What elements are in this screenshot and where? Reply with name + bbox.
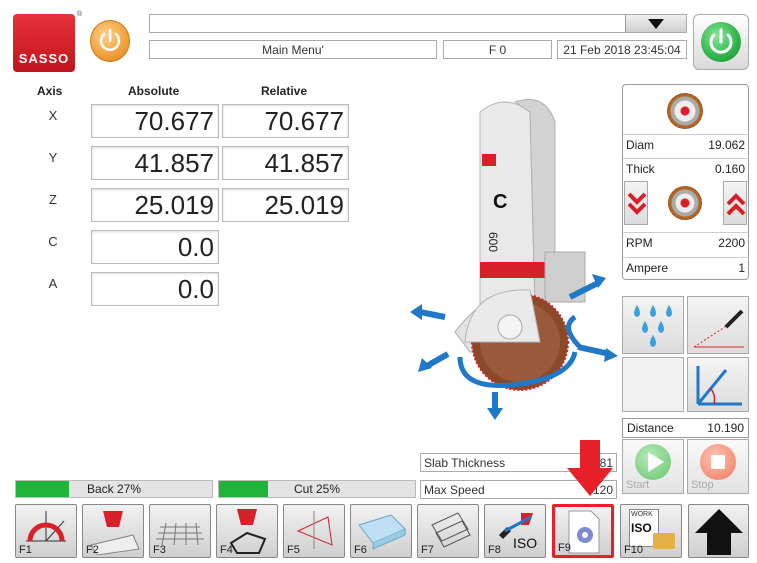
thick-row: Thick 0.160 [622, 158, 749, 178]
head-number: 600 [486, 232, 500, 252]
datetime-field: 21 Feb 2018 23:45:04 [557, 40, 687, 59]
distance-row: Distance 10.190 [622, 418, 749, 438]
stop-button[interactable]: Stop [687, 439, 749, 494]
saw-head-illustration: C 600 [410, 99, 618, 420]
f1-label: F1 [19, 544, 32, 556]
pencil-angle-icon [693, 309, 744, 348]
blade-rpm-icon [668, 186, 702, 220]
distance-label: Distance [627, 421, 674, 435]
f10-work-text: WORK [631, 511, 653, 518]
blank-tool-button[interactable] [622, 357, 684, 412]
cut-progress-label: Cut 25% [293, 482, 341, 496]
relative-value-z: 25.019 [222, 188, 349, 222]
menu-title-field: Main Menu' [149, 40, 437, 59]
dropdown-button[interactable] [625, 15, 686, 32]
f10-work-iso-button[interactable]: WORK ISO F10 [620, 504, 682, 558]
top-status-bar [149, 14, 687, 33]
blade-icon [667, 93, 703, 129]
start-label: Start [626, 479, 650, 491]
absolute-value-y: 41.857 [91, 146, 219, 180]
up-navigation-button[interactable] [688, 504, 749, 558]
chevron-down-icon [648, 18, 664, 29]
cut-progress-bar: Cut 25% [218, 480, 416, 498]
axis-label-a: A [48, 276, 58, 291]
f8-label: F8 [488, 544, 501, 556]
logo-text: SASSO [18, 51, 70, 66]
absolute-value-z: 25.019 [91, 188, 219, 222]
axis-column-header: Axis [37, 84, 63, 98]
slab-thickness-label: Slab Thickness [424, 455, 506, 470]
relative-value-x: 70.677 [222, 104, 349, 138]
axis-label-y: Y [48, 150, 58, 165]
axis-label-x: X [48, 108, 58, 123]
absolute-value-c: 0.0 [91, 230, 219, 264]
max-speed-label: Max Speed [424, 482, 485, 497]
rpm-value: 2200 [718, 235, 745, 250]
f1-axes-button[interactable]: F1 [15, 504, 77, 558]
angle-measure-icon [696, 366, 742, 406]
f2-cut-button[interactable]: F2 [82, 504, 144, 558]
standby-power-button[interactable] [90, 20, 130, 62]
f6-label: F6 [354, 544, 367, 556]
f9-settings-button[interactable]: F9 [552, 504, 614, 558]
ampere-label: Ampere [626, 260, 669, 275]
registered-mark-icon: ® [77, 11, 83, 18]
feed-field: F 0 [443, 40, 552, 59]
f7-label: F7 [421, 544, 434, 556]
absolute-column-header: Absolute [128, 84, 180, 98]
thick-label: Thick [626, 161, 655, 176]
stop-label: Stop [691, 479, 714, 491]
axis-label-c: C [48, 234, 58, 249]
ampere-value: 1 [738, 260, 745, 275]
f3-grid-button[interactable]: F3 [149, 504, 211, 558]
rpm-increase-button[interactable] [723, 181, 747, 225]
absolute-value-x: 70.677 [91, 104, 219, 138]
f9-label: F9 [558, 542, 571, 554]
distance-value: 10.190 [707, 421, 744, 435]
f2-label: F2 [86, 544, 99, 556]
power-icon [709, 28, 733, 54]
f8-iso-button[interactable]: ISO F8 [484, 504, 546, 558]
stop-square-icon [711, 455, 725, 469]
f5-points-button[interactable]: F5 [283, 504, 345, 558]
axis-label-z: Z [49, 192, 57, 207]
diam-row: Diam 19.062 [622, 134, 749, 154]
arrow-up-icon [695, 509, 743, 555]
angle-measure-button[interactable] [687, 357, 749, 412]
folder-icon [653, 533, 675, 549]
f7-profile-button[interactable]: F7 [417, 504, 479, 558]
relative-value-y: 41.857 [222, 146, 349, 180]
red-down-arrow-icon [567, 440, 613, 496]
f3-label: F3 [153, 544, 166, 556]
head-letter: C [493, 191, 507, 213]
rpm-label: RPM [626, 235, 653, 250]
main-power-button[interactable] [693, 14, 749, 70]
f10-label: F10 [624, 544, 643, 556]
f5-label: F5 [287, 544, 300, 556]
back-progress-bar: Back 27% [15, 480, 213, 498]
back-progress-label: Back 27% [86, 482, 142, 496]
sasso-logo: SASSO [13, 14, 75, 72]
water-drops-icon [634, 305, 672, 347]
relative-column-header: Relative [261, 84, 308, 98]
water-button[interactable] [622, 296, 684, 354]
thick-value: 0.160 [714, 161, 745, 176]
rpm-decrease-button[interactable] [624, 181, 648, 225]
rpm-row: RPM 2200 [622, 232, 749, 252]
ampere-row: Ampere 1 [622, 257, 749, 277]
f4-shape-button[interactable]: F4 [216, 504, 278, 558]
chevron-up-double-icon [726, 193, 746, 216]
f6-slab-button[interactable]: F6 [350, 504, 412, 558]
f10-iso-text: ISO [631, 521, 652, 535]
diam-value: 19.062 [708, 137, 745, 152]
diam-label: Diam [626, 137, 655, 152]
chevron-down-double-icon [627, 192, 647, 215]
power-icon [99, 28, 121, 51]
start-button[interactable]: Start [622, 439, 684, 494]
f8-iso-text: ISO [513, 535, 538, 551]
f4-label: F4 [220, 544, 233, 556]
absolute-value-a: 0.0 [91, 272, 219, 306]
axes-protractor-icon [26, 511, 66, 542]
angle-draw-button[interactable] [687, 296, 749, 354]
